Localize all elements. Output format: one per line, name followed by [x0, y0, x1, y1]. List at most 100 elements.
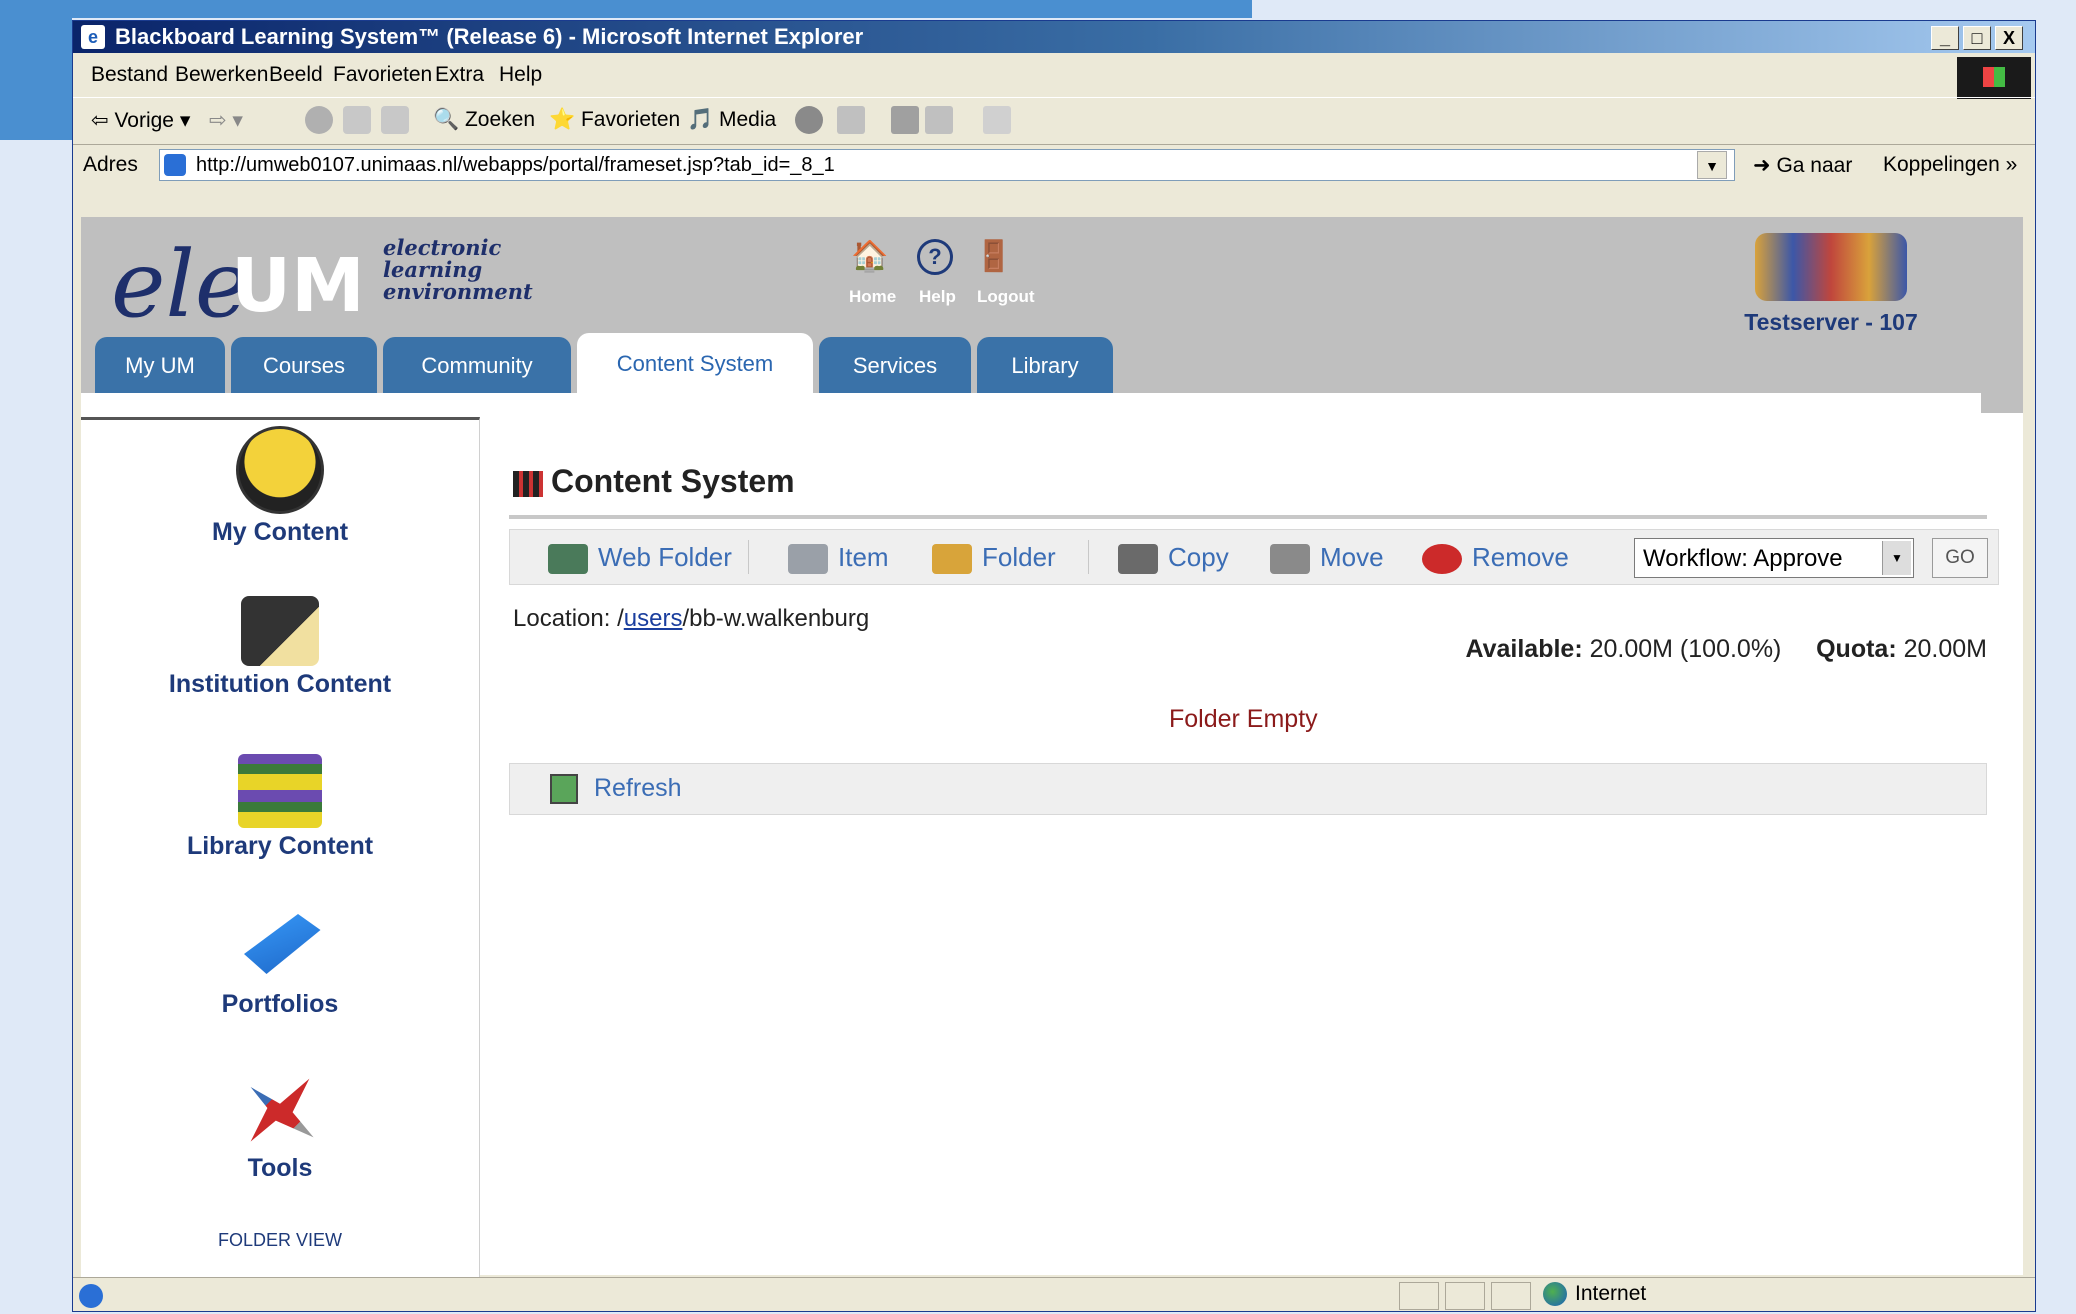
- add-item-button[interactable]: Item: [788, 542, 889, 575]
- logout-link[interactable]: Logout: [977, 287, 1035, 307]
- minimize-button[interactable]: _: [1931, 26, 1959, 50]
- refresh-bar: Refresh: [509, 763, 1987, 815]
- empty-message: Folder Empty: [1169, 705, 1318, 733]
- home-icon[interactable]: [381, 106, 409, 134]
- media-button[interactable]: 🎵 Media: [687, 108, 776, 132]
- item-icon: [788, 544, 828, 575]
- tab-underline: [81, 393, 1981, 413]
- tab-community[interactable]: Community: [383, 337, 571, 395]
- status-cell: [1445, 1282, 1485, 1310]
- workflow-select[interactable]: Workflow: Approve ▼: [1634, 538, 1914, 578]
- page-title: Content System: [513, 463, 795, 500]
- page-status-icon: [79, 1284, 103, 1308]
- page-icon: [164, 154, 186, 176]
- users-link[interactable]: users: [624, 605, 683, 632]
- background-banner: [0, 0, 1252, 18]
- remove-label: Remove: [1472, 542, 1569, 572]
- back-button[interactable]: ⇦ Vorige ▾: [91, 108, 190, 133]
- sidebar-item-label: Institution Content: [168, 670, 392, 698]
- forward-button[interactable]: ⇨ ▾: [209, 108, 243, 133]
- copy-icon: [1118, 544, 1158, 575]
- links-button[interactable]: Koppelingen »: [1883, 153, 2017, 177]
- remove-button[interactable]: Remove: [1422, 542, 1569, 575]
- favorites-label: Favorieten: [580, 108, 681, 131]
- menu-file[interactable]: Bestand: [91, 63, 168, 87]
- background-banner-side: [0, 18, 72, 140]
- move-button[interactable]: Move: [1270, 542, 1384, 575]
- sidebar-item-tools[interactable]: Tools: [81, 1066, 479, 1183]
- menu-favorites[interactable]: Favorieten: [333, 63, 432, 87]
- security-zone: Internet: [1543, 1282, 1647, 1307]
- logo-subtitle: electronic learning environment: [383, 237, 533, 303]
- server-name: Testserver - 107: [1744, 309, 1918, 335]
- menu-view[interactable]: Beeld: [269, 63, 323, 87]
- available-label: Available:: [1465, 635, 1583, 663]
- home-link[interactable]: Home: [849, 287, 896, 307]
- tab-content-system[interactable]: Content System: [577, 333, 813, 395]
- browser-window: e Blackboard Learning System™ (Release 6…: [72, 20, 2036, 1312]
- tab-my-um[interactable]: My UM: [95, 337, 225, 395]
- history-icon[interactable]: [795, 106, 823, 134]
- menu-edit[interactable]: Bewerken: [175, 63, 268, 87]
- go-button[interactable]: GO: [1932, 538, 1988, 578]
- zone-label: Internet: [1575, 1282, 1647, 1305]
- address-label: Adres: [83, 153, 138, 176]
- portfolio-icon: [244, 914, 321, 974]
- menu-help[interactable]: Help: [499, 63, 542, 87]
- divider: [1088, 540, 1089, 574]
- mail-icon[interactable]: [837, 106, 865, 134]
- refresh-icon[interactable]: [550, 774, 578, 804]
- ie-app-icon: e: [81, 25, 105, 49]
- help-link[interactable]: Help: [919, 287, 956, 307]
- address-input[interactable]: http://umweb0107.unimaas.nl/webapps/port…: [159, 149, 1735, 181]
- tab-courses[interactable]: Courses: [231, 337, 377, 395]
- main-content: Content System Web Folder Item Folder Co…: [479, 413, 2023, 1275]
- go-to-label: Ga naar: [1776, 154, 1853, 177]
- sidebar-item-my-content[interactable]: My Content: [81, 426, 479, 547]
- copy-button[interactable]: Copy: [1118, 542, 1229, 575]
- tab-services[interactable]: Services: [819, 337, 971, 395]
- sidebar-item-institution-content[interactable]: Institution Content: [81, 586, 479, 699]
- logout-icon[interactable]: 🚪: [975, 239, 1012, 275]
- location-label: Location: /: [513, 605, 624, 632]
- help-icon[interactable]: ?: [917, 239, 953, 275]
- sidebar-item-portfolios[interactable]: Portfolios: [81, 906, 479, 1019]
- folder-view-link[interactable]: FOLDER VIEW: [81, 1230, 479, 1251]
- home-icon[interactable]: 🏠: [851, 239, 888, 275]
- windows-logo-icon: [1957, 57, 2031, 99]
- workflow-value: Workflow: Approve: [1643, 545, 1843, 572]
- sidebar: My Content Institution Content Library C…: [81, 417, 480, 1278]
- add-folder-button[interactable]: Folder: [932, 542, 1056, 575]
- search-button[interactable]: 🔍 Zoeken: [433, 108, 535, 132]
- available-value: 20.00M (100.0%): [1582, 635, 1782, 663]
- discuss-icon[interactable]: [983, 106, 1011, 134]
- sidebar-item-label: Library Content: [186, 832, 374, 860]
- sidebar-item-library-content[interactable]: Library Content: [81, 746, 479, 861]
- menu-bar: Bestand Bewerken Beeld Favorieten Extra …: [73, 55, 2035, 93]
- page-frame: ele UM electronic learning environment 🏠…: [81, 217, 2023, 1278]
- go-to-button[interactable]: ➜ Ga naar: [1753, 153, 1852, 178]
- maximize-button[interactable]: □: [1963, 26, 1991, 50]
- tab-library[interactable]: Library: [977, 337, 1113, 395]
- move-label: Move: [1320, 542, 1384, 572]
- close-button[interactable]: X: [1995, 26, 2023, 50]
- logo-sub-line: environment: [383, 279, 533, 304]
- stop-icon[interactable]: [305, 106, 333, 134]
- institution-icon: [241, 596, 319, 666]
- window-title: Blackboard Learning System™ (Release 6) …: [115, 24, 864, 49]
- divider: [748, 540, 749, 574]
- move-icon: [1270, 544, 1310, 575]
- refresh-link[interactable]: Refresh: [594, 774, 682, 803]
- favorites-button[interactable]: ⭐ Favorieten: [549, 108, 680, 132]
- edit-icon[interactable]: [925, 106, 953, 134]
- logo-um: UM: [231, 243, 365, 329]
- web-folder-button[interactable]: Web Folder: [548, 542, 732, 575]
- menu-tools[interactable]: Extra: [435, 63, 484, 87]
- folder-label: Folder: [982, 542, 1056, 572]
- logo-sub-line: learning: [383, 257, 483, 282]
- refresh-icon[interactable]: [343, 106, 371, 134]
- action-bar: Web Folder Item Folder Copy Move Remove …: [509, 529, 1999, 585]
- location-breadcrumb: Location: /users/bb-w.walkenburg: [513, 605, 869, 633]
- address-dropdown[interactable]: ▼: [1697, 151, 1727, 179]
- print-icon[interactable]: [891, 106, 919, 134]
